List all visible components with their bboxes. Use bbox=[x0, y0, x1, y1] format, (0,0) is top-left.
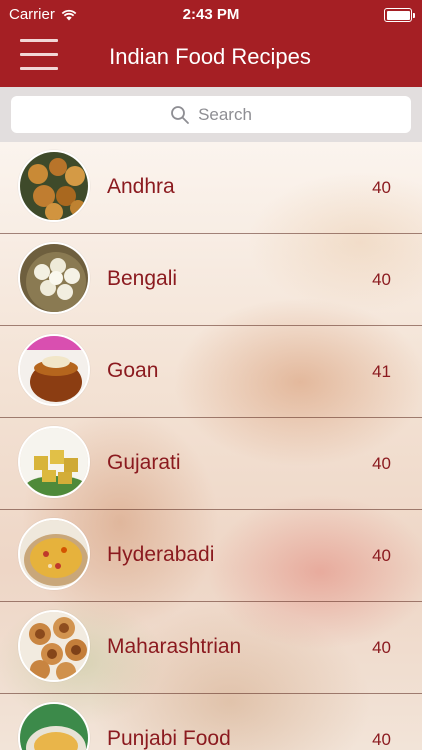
goan-thumbnail bbox=[18, 334, 90, 406]
list-item-label: Maharashtrian bbox=[107, 635, 242, 658]
list-item-maharashtrian[interactable]: Maharashtrian 40 bbox=[0, 602, 422, 694]
list-item-count: 40 bbox=[372, 454, 391, 473]
list-item-hyderabadi[interactable]: Hyderabadi 40 bbox=[0, 510, 422, 602]
punjabi-food-thumbnail bbox=[18, 702, 90, 750]
list-item-count: 41 bbox=[372, 362, 391, 381]
category-list: Andhra 40 Bengali 40 Goan 41 Gujarati 40… bbox=[0, 142, 422, 750]
list-item-count: 40 bbox=[372, 730, 391, 749]
list-item-count: 40 bbox=[372, 638, 391, 657]
list-item-gujarati[interactable]: Gujarati 40 bbox=[0, 418, 422, 510]
list-item-punjabi-food[interactable]: Punjabi Food 40 bbox=[0, 694, 422, 750]
list-item-label: Andhra bbox=[107, 175, 175, 198]
list-item-label: Bengali bbox=[107, 267, 178, 290]
list-item-label: Punjabi Food bbox=[107, 727, 231, 750]
hyderabadi-thumbnail bbox=[18, 518, 90, 590]
list-item-label: Gujarati bbox=[107, 451, 181, 474]
andhra-thumbnail bbox=[18, 150, 90, 222]
list-item-count: 40 bbox=[372, 270, 391, 289]
search-input[interactable]: Search bbox=[11, 96, 411, 133]
search-icon bbox=[171, 105, 189, 124]
status-time: 2:43 PM bbox=[182, 6, 240, 23]
list-item-bengali[interactable]: Bengali 40 bbox=[0, 234, 422, 326]
gujarati-thumbnail bbox=[18, 426, 90, 498]
bengali-thumbnail bbox=[18, 242, 90, 314]
list-item-label: Hyderabadi bbox=[107, 543, 215, 566]
search-placeholder: Search bbox=[198, 104, 252, 124]
list-item-goan[interactable]: Goan 41 bbox=[0, 326, 422, 418]
menu-icon[interactable] bbox=[20, 37, 58, 75]
maharashtrian-thumbnail bbox=[18, 610, 90, 682]
list-item-label: Goan bbox=[107, 359, 159, 382]
battery-icon bbox=[384, 8, 415, 22]
list-item-andhra[interactable]: Andhra 40 bbox=[0, 142, 422, 234]
page-title: Indian Food Recipes bbox=[109, 44, 311, 69]
list-item-count: 40 bbox=[372, 546, 391, 565]
status-bar: Carrier 2:43 PM bbox=[0, 0, 422, 30]
app-header: Carrier 2:43 PM Indian Food Recipes bbox=[0, 0, 422, 87]
list-item-count: 40 bbox=[372, 178, 391, 197]
search-bar-container: Search bbox=[0, 87, 422, 142]
